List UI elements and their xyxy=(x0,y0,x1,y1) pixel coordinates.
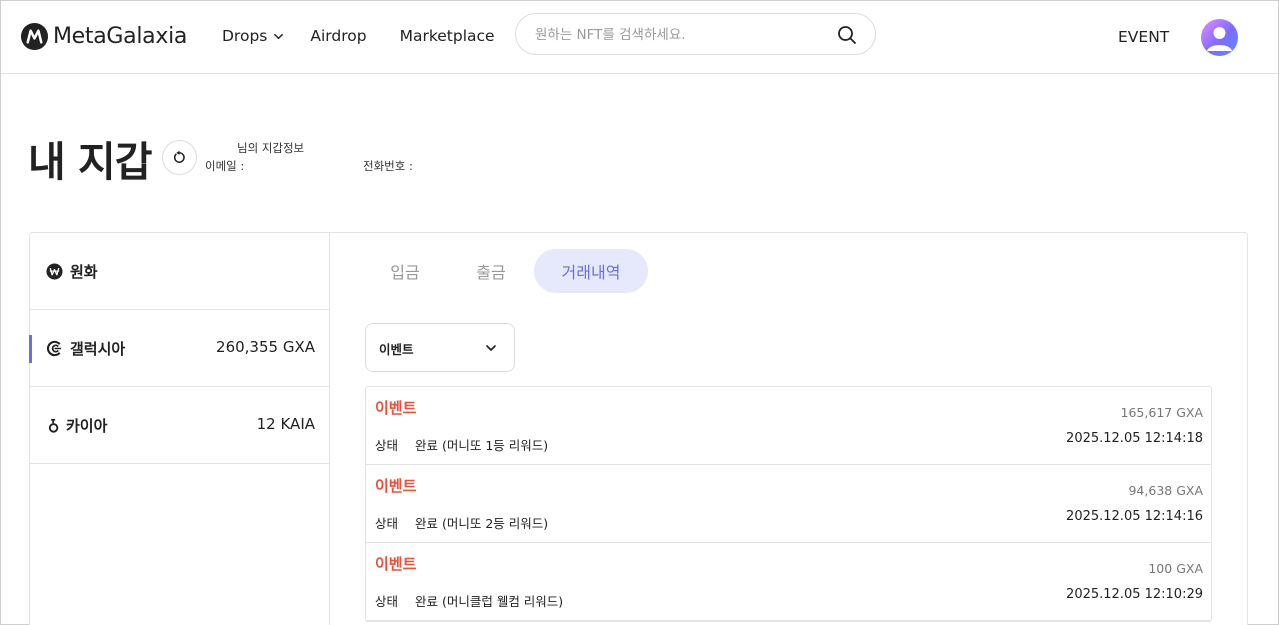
refresh-button[interactable] xyxy=(162,140,197,175)
won-icon xyxy=(46,263,63,280)
asset-amount: 12 KAIA xyxy=(256,415,315,433)
kaia-icon xyxy=(48,418,59,433)
asset-sidebar: 원화 갤럭시아 260,355 GXA 카이아 12 KAIA xyxy=(29,233,330,625)
table-row[interactable]: 이벤트 165,617 GXA 상태 완료 (머니또 1등 리워드) 2025.… xyxy=(366,387,1211,465)
asset-item-won[interactable]: 원화 xyxy=(30,233,329,310)
logo[interactable]: MetaGalaxia xyxy=(20,22,187,51)
status-label: 상태 xyxy=(375,438,399,453)
transaction-time: 2025.12.05 12:14:18 xyxy=(1066,431,1203,446)
transaction-type: 이벤트 xyxy=(375,555,417,573)
tab-withdraw[interactable]: 출금 xyxy=(448,249,534,293)
search-icon[interactable] xyxy=(837,25,857,45)
search-bar xyxy=(515,13,876,55)
refresh-icon xyxy=(173,150,185,163)
transaction-list: 이벤트 165,617 GXA 상태 완료 (머니또 1등 리워드) 2025.… xyxy=(365,386,1212,622)
asset-name: 원화 xyxy=(70,263,98,281)
metagalaxia-logo-icon xyxy=(20,22,49,51)
asset-amount: 260,355 GXA xyxy=(216,338,315,356)
transaction-amount: 100 GXA xyxy=(1148,561,1203,576)
asset-name: 갤럭시아 xyxy=(70,340,126,358)
transaction-status: 완료 (머니또 1등 리워드) xyxy=(415,438,549,453)
wallet-tabs: 입금 출금 거래내역 xyxy=(362,249,648,293)
tab-history[interactable]: 거래내역 xyxy=(534,249,648,293)
table-row[interactable]: 이벤트 94,638 GXA 상태 완료 (머니또 2등 리워드) 2025.1… xyxy=(366,465,1211,543)
chevron-down-icon xyxy=(486,345,496,351)
transaction-time: 2025.12.05 12:10:29 xyxy=(1066,587,1203,602)
wallet-panel: 원화 갤럭시아 260,355 GXA 카이아 12 KAIA 입금 출금 거래… xyxy=(29,232,1248,625)
tab-deposit[interactable]: 입금 xyxy=(362,249,448,293)
nav-airdrop[interactable]: Airdrop xyxy=(310,27,366,45)
status-label: 상태 xyxy=(375,594,399,609)
page-title: 내 지갑 xyxy=(28,138,152,186)
table-row[interactable]: 이벤트 100 GXA 상태 완료 (머니클럽 웰컴 리워드) 2025.12.… xyxy=(366,543,1211,621)
main-nav: Drops Airdrop Marketplace xyxy=(222,27,495,45)
transaction-type: 이벤트 xyxy=(375,399,417,417)
asset-name: 카이아 xyxy=(66,417,108,435)
search-input[interactable] xyxy=(535,24,825,46)
nav-drops[interactable]: Drops xyxy=(222,27,284,45)
transaction-time: 2025.12.05 12:14:16 xyxy=(1066,509,1203,524)
email-label: 이메일 : xyxy=(205,159,245,173)
transaction-amount: 165,617 GXA xyxy=(1120,405,1203,420)
asset-item-galaxia[interactable]: 갤럭시아 260,355 GXA xyxy=(29,310,329,387)
logo-text: MetaGalaxia xyxy=(53,24,188,49)
event-link[interactable]: EVENT xyxy=(1118,28,1169,46)
user-icon xyxy=(1207,27,1232,51)
filter-selected: 이벤트 xyxy=(379,342,414,357)
transaction-status: 완료 (머니또 2등 리워드) xyxy=(415,516,549,531)
nav-airdrop-label: Airdrop xyxy=(310,27,367,45)
nav-drops-label: Drops xyxy=(222,27,268,45)
transaction-type: 이벤트 xyxy=(375,477,417,495)
nav-marketplace-label: Marketplace xyxy=(399,27,495,45)
phone-label: 전화번호 : xyxy=(363,159,413,173)
nav-marketplace[interactable]: Marketplace xyxy=(400,27,495,45)
transaction-amount: 94,638 GXA xyxy=(1128,483,1203,498)
transaction-status: 완료 (머니클럽 웰컴 리워드) xyxy=(415,594,564,609)
avatar[interactable] xyxy=(1201,19,1238,56)
wallet-info-title: 님의 지갑정보 xyxy=(237,141,305,155)
top-header: MetaGalaxia Drops Airdrop Marketplace EV… xyxy=(1,1,1278,74)
filter-dropdown[interactable]: 이벤트 xyxy=(365,323,515,372)
status-label: 상태 xyxy=(375,516,399,531)
galaxia-icon xyxy=(46,340,62,357)
chevron-down-icon xyxy=(274,33,284,39)
asset-item-kaia[interactable]: 카이아 12 KAIA xyxy=(30,387,329,464)
